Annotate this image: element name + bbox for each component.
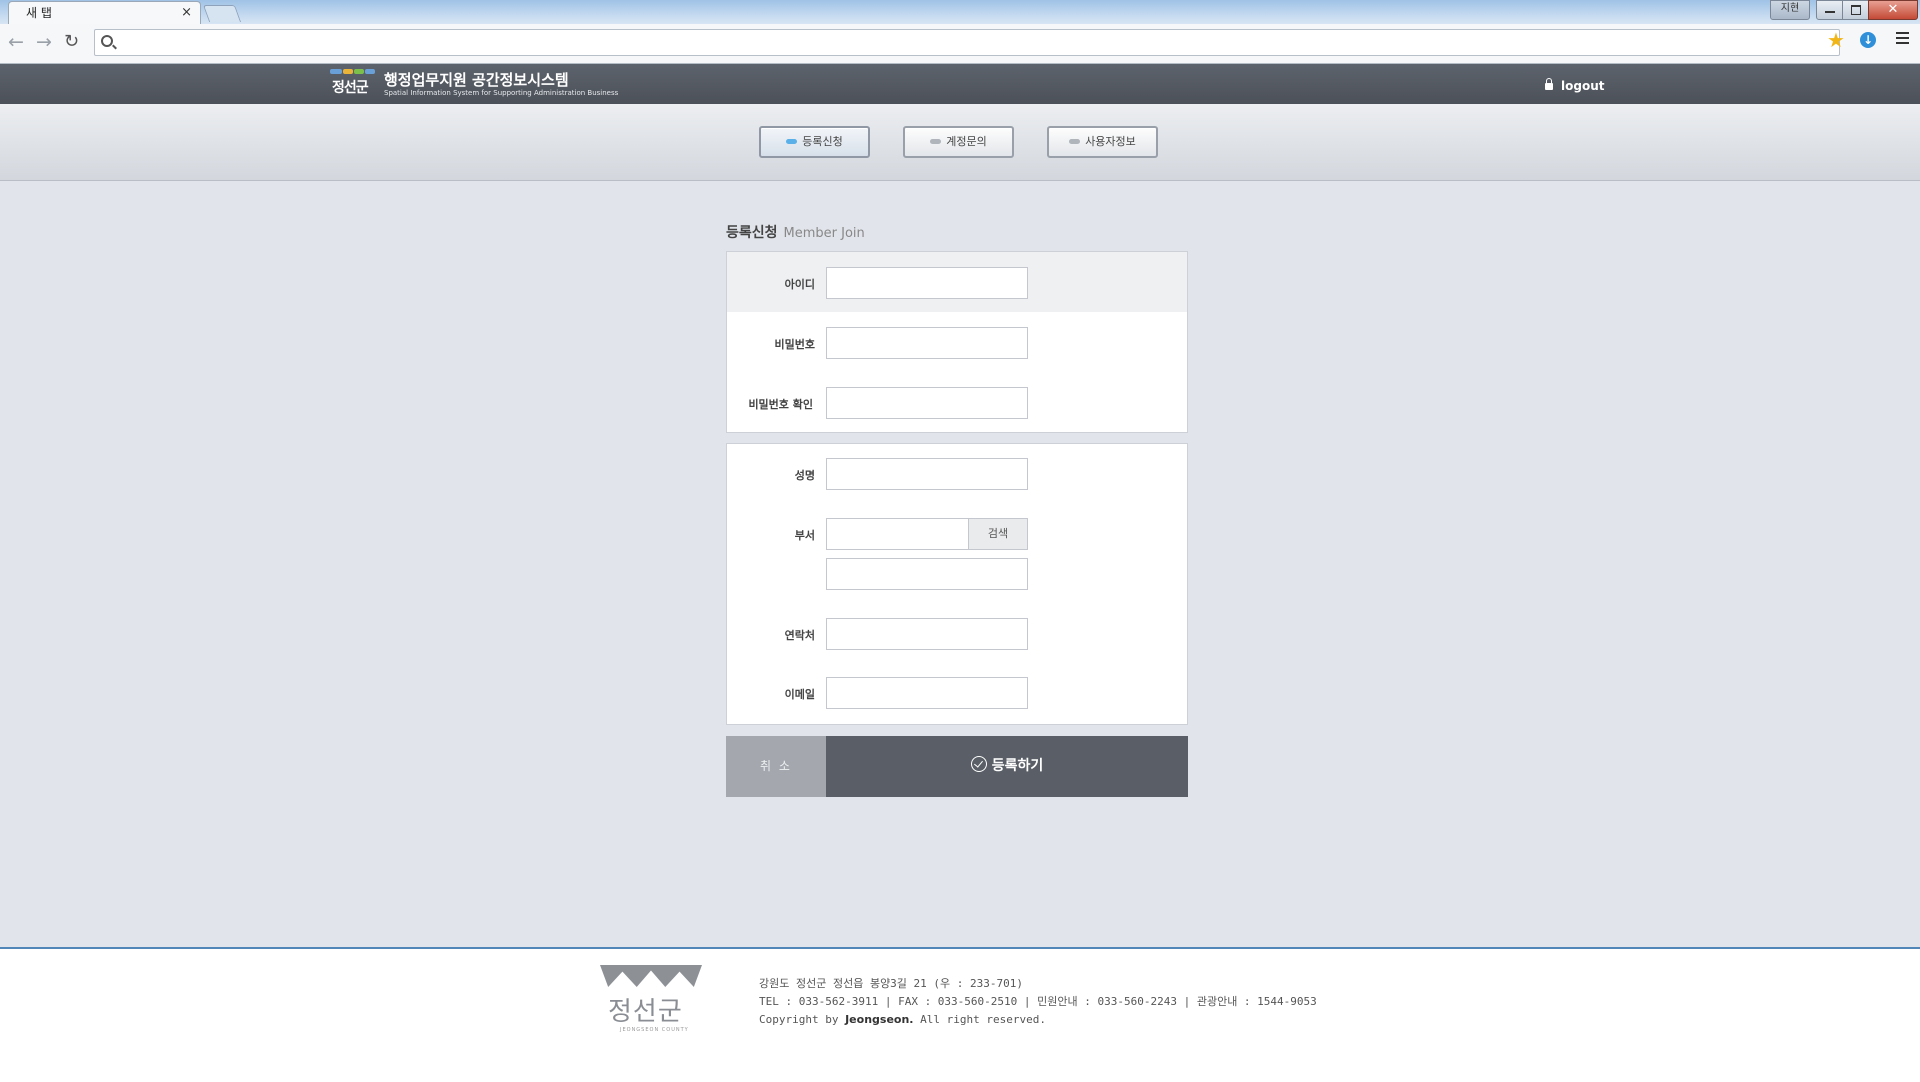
address-bar[interactable] [94,29,1840,56]
tab-user-info-label: 사용자정보 [1085,135,1136,148]
footer: 정선군 JEONGSEON COUNTY 강원도 정선군 정선읍 봉양3길 21… [0,947,1920,1082]
browser-tab[interactable]: 새 탭 × [8,1,201,25]
form-actions: 취 소 등록하기 [726,736,1188,797]
maximize-button[interactable] [1842,0,1870,20]
logo-text: 정선군 [332,80,369,96]
id-label: 아이디 [784,278,815,291]
tab-register[interactable]: 등록신청 [759,126,870,158]
pill-icon [1069,138,1081,144]
menu-icon[interactable] [1896,32,1909,47]
site-subtitle: Spatial Information System for Supportin… [384,89,619,97]
password-label: 비밀번호 [774,338,815,351]
forward-icon[interactable]: → [36,32,52,52]
profile-button[interactable]: 지현 [1770,0,1810,20]
footer-address: 강원도 정선군 정선읍 봉양3길 21 (우 : 233-701) [759,977,1024,990]
department-label: 부서 [794,529,815,542]
password-confirm-label: 비밀번호 확인 [748,398,813,411]
password-confirm-input[interactable] [826,387,1028,419]
footer-logo: 정선군 JEONGSEON COUNTY [600,965,702,1037]
window-close-button[interactable]: ✕ [1868,0,1918,20]
site-title: 행정업무지원 공간정보시스템 [384,71,569,89]
tab-account-inquiry-label: 계정문의 [946,135,987,148]
department-detail-input[interactable] [826,558,1028,590]
copyright-suffix: All right reserved. [913,1013,1046,1026]
id-input[interactable] [826,267,1028,299]
logo-mark: 정선군 [330,67,376,101]
logout-link[interactable]: logout [1545,78,1605,93]
footer-logo-sub: JEONGSEON COUNTY [620,1027,689,1033]
footer-logo-text: 정선군 [608,997,683,1027]
mountain-icon [600,965,702,987]
browser-titlebar: 새 탭 × 지현 ✕ [0,0,1920,25]
tab-register-label: 등록신청 [802,135,843,148]
submit-label: 등록하기 [991,758,1044,774]
tab-account-inquiry[interactable]: 계정문의 [903,126,1014,158]
pill-icon [930,138,942,144]
back-icon[interactable]: ← [8,32,24,52]
footer-contacts: TEL : 033-562-3911 | FAX : 033-560-2510 … [759,995,1317,1008]
site-logo[interactable]: 정선군 행정업무지원 공간정보시스템 Spatial Information S… [330,67,630,101]
tab-title: 새 탭 [26,6,52,20]
tab-user-info[interactable]: 사용자정보 [1047,126,1158,158]
search-icon [101,35,113,47]
new-tab-button[interactable] [202,5,242,22]
submit-button[interactable]: 등록하기 [826,736,1188,797]
download-icon[interactable]: ↓ [1860,32,1876,48]
footer-info: 강원도 정선군 정선읍 봉양3길 21 (우 : 233-701) TEL : … [759,975,1317,1029]
browser-toolbar: ← → ↻ ★ ↓ [0,24,1920,64]
reload-icon[interactable]: ↻ [64,32,79,52]
minimize-button[interactable] [1816,0,1844,20]
password-input[interactable] [826,327,1028,359]
department-input[interactable] [826,518,970,550]
lock-icon [1545,78,1553,90]
tab-close-icon[interactable]: × [181,2,192,24]
contact-input[interactable] [826,618,1028,650]
form-heading: 등록신청 Member Join [726,222,865,242]
personal-panel: 성명 부서 검색 연락처 이메일 [726,443,1188,725]
sub-navigation: 등록신청 계정문의 사용자정보 [0,104,1920,181]
footer-copyright: Copyright by Jeongseon. All right reserv… [759,1011,1317,1029]
logout-label: logout [1561,79,1605,93]
name-label: 성명 [794,469,815,482]
email-label: 이메일 [784,688,815,701]
name-input[interactable] [826,458,1028,490]
form-title: 등록신청 [726,225,778,241]
contact-label: 연락처 [784,629,815,642]
pill-icon [786,138,798,144]
form-title-en: Member Join [783,226,865,241]
department-search-button[interactable]: 검색 [968,518,1028,550]
copyright-prefix: Copyright by [759,1013,846,1026]
copyright-name: Jeongseon. [845,1013,914,1026]
account-panel: 아이디 비밀번호 비밀번호 확인 [726,251,1188,433]
site-header: 정선군 행정업무지원 공간정보시스템 Spatial Information S… [0,64,1920,104]
check-circle-icon [970,756,987,772]
email-input[interactable] [826,677,1028,709]
star-icon[interactable]: ★ [1827,28,1845,52]
cancel-button[interactable]: 취 소 [726,736,826,797]
